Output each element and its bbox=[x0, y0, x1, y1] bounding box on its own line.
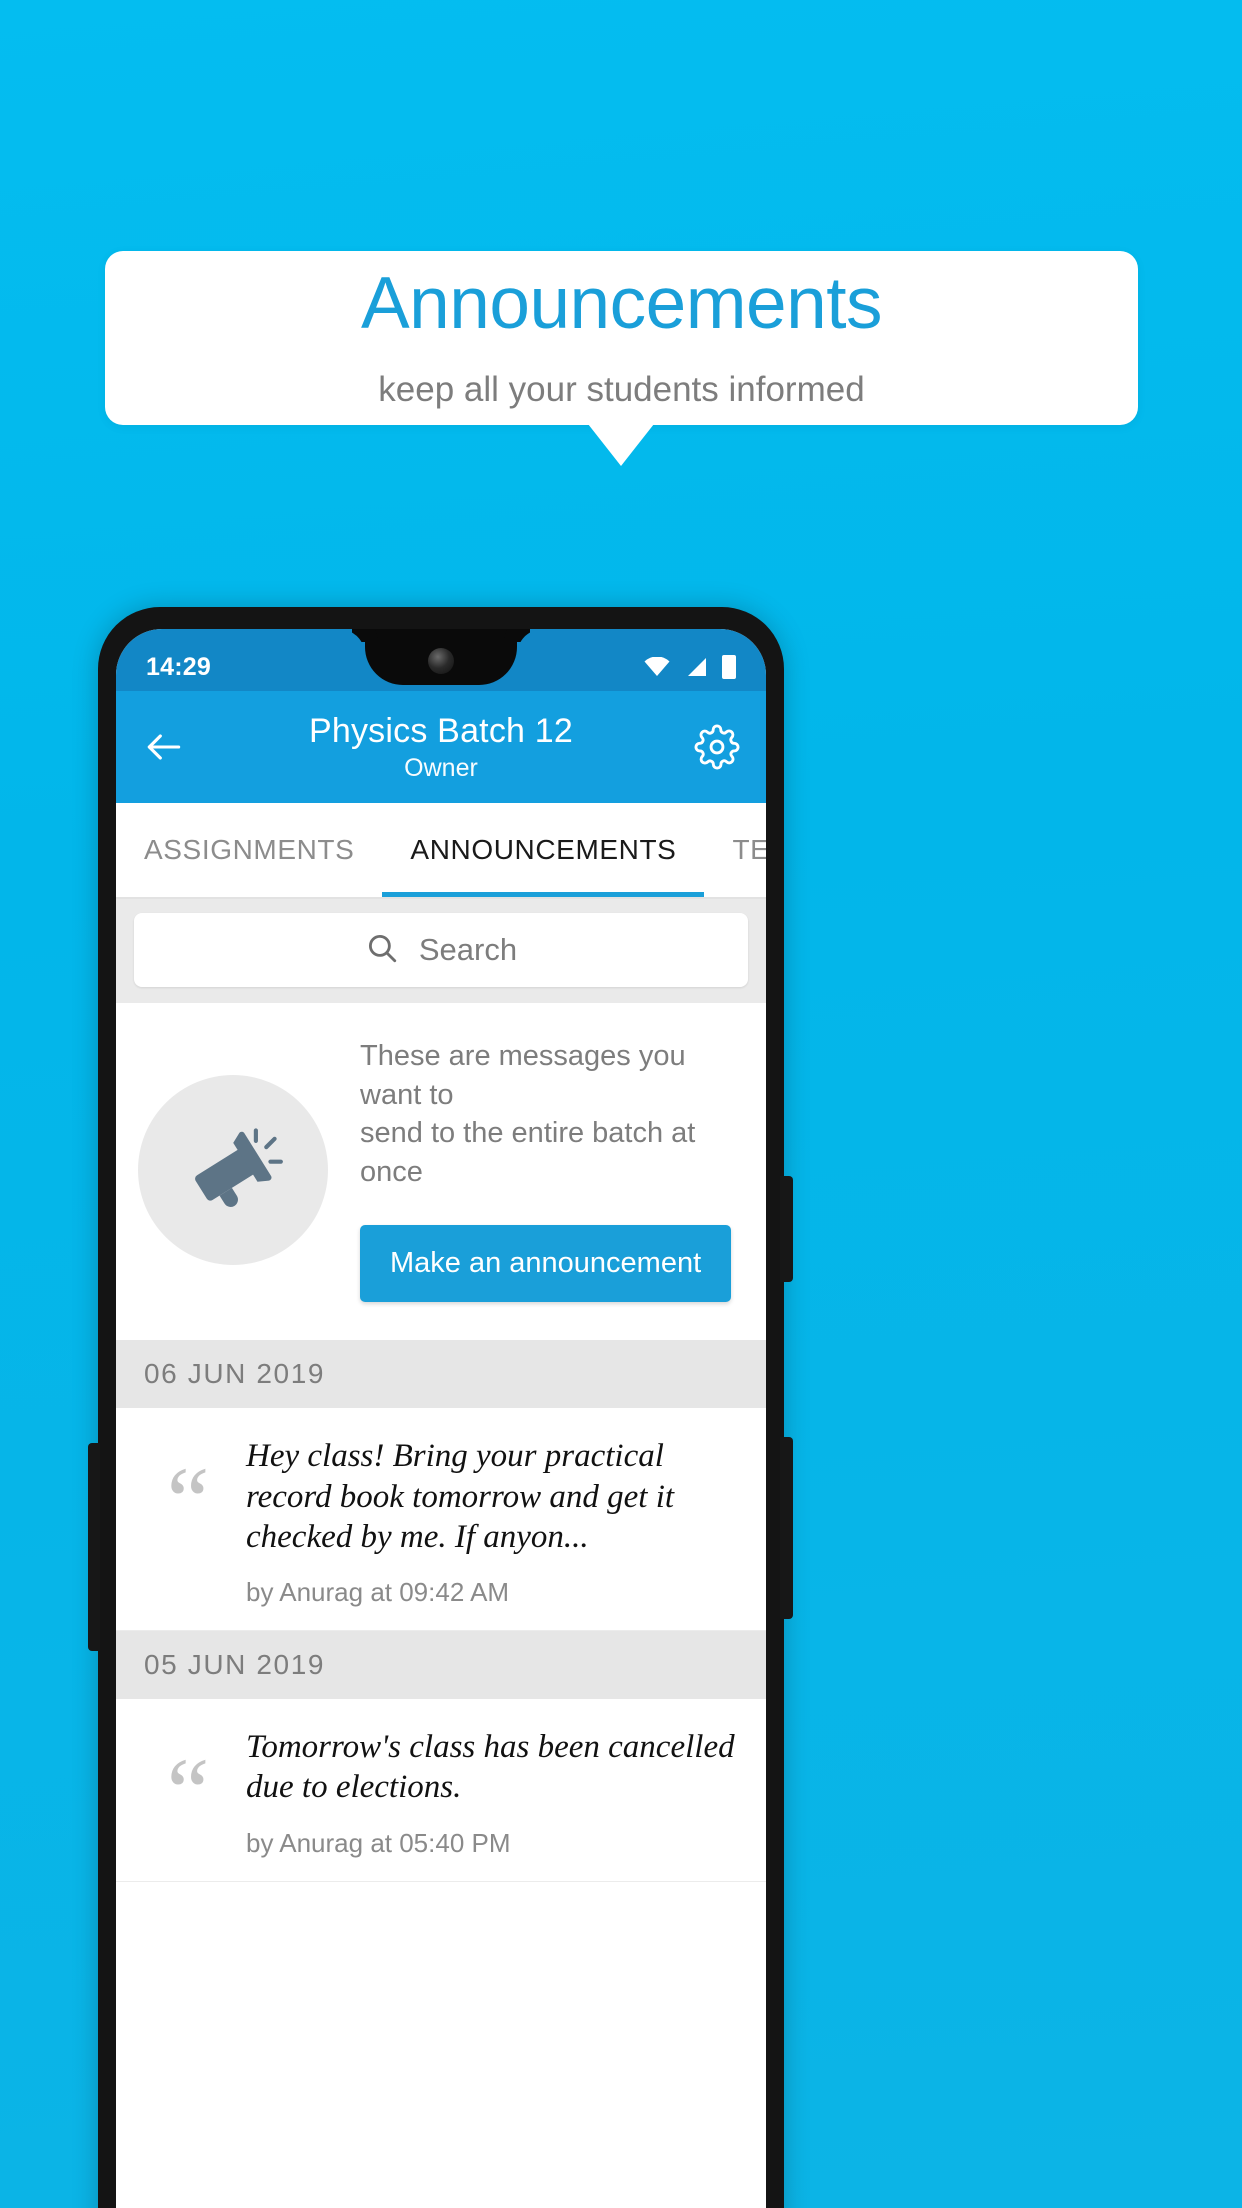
announcement-promo: These are messages you want to send to t… bbox=[116, 1003, 766, 1341]
announcement-text: Hey class! Bring your practical record b… bbox=[246, 1438, 675, 1555]
camera-notch bbox=[365, 629, 517, 685]
megaphone-icon bbox=[138, 1074, 328, 1265]
announcement-body: Hey class! Bring your practical record b… bbox=[246, 1432, 742, 1608]
promo-subtitle: keep all your students informed bbox=[378, 369, 865, 409]
phone-side-button bbox=[88, 1443, 100, 1651]
status-time: 14:29 bbox=[146, 652, 211, 681]
search-input[interactable]: Search bbox=[134, 913, 748, 987]
front-camera bbox=[428, 648, 454, 674]
promo-body: These are messages you want to send to t… bbox=[360, 1037, 736, 1303]
page-title: Physics Batch 12 bbox=[309, 711, 573, 750]
promo-description-line1: These are messages you want to bbox=[360, 1040, 686, 1111]
date-header: 06 JUN 2019 bbox=[116, 1340, 766, 1409]
date-header: 05 JUN 2019 bbox=[116, 1631, 766, 1699]
phone-screen: 14:29 Physics Batch 12 Owner ASSIGNMENTS… bbox=[116, 629, 766, 2208]
status-icons bbox=[644, 655, 736, 679]
back-arrow-icon[interactable] bbox=[142, 725, 186, 769]
phone-power-button bbox=[780, 1437, 793, 1619]
tab-announcements[interactable]: ANNOUNCEMENTS bbox=[382, 803, 705, 897]
phone-mockup: 14:29 Physics Batch 12 Owner ASSIGNMENTS… bbox=[98, 607, 784, 2208]
make-announcement-button[interactable]: Make an announcement bbox=[360, 1225, 732, 1303]
promo-card-tail bbox=[588, 424, 654, 466]
announcement-row[interactable]: “ Tomorrow's class has been cancelled du… bbox=[116, 1699, 766, 1882]
battery-icon bbox=[722, 655, 736, 679]
announcement-meta: by Anurag at 05:40 PM bbox=[246, 1827, 511, 1858]
announcement-text: Tomorrow's class has been cancelled due … bbox=[246, 1729, 735, 1806]
signal-icon bbox=[684, 657, 708, 677]
phone-bezel: 14:29 Physics Batch 12 Owner ASSIGNMENTS… bbox=[116, 629, 766, 2208]
tab-assignments[interactable]: ASSIGNMENTS bbox=[116, 803, 382, 897]
promo-description-line2: send to the entire batch at once bbox=[360, 1117, 696, 1188]
tab-bar: ASSIGNMENTS ANNOUNCEMENTS TESTS V bbox=[116, 803, 766, 899]
announcement-body: Tomorrow's class has been cancelled due … bbox=[246, 1723, 742, 1859]
announcement-row[interactable]: “ Hey class! Bring your practical record… bbox=[116, 1408, 766, 1631]
wifi-icon bbox=[644, 656, 670, 677]
gear-icon[interactable] bbox=[694, 724, 740, 770]
page-subtitle: Owner bbox=[404, 753, 478, 782]
tab-tests[interactable]: TESTS bbox=[704, 803, 766, 897]
promo-title: Announcements bbox=[360, 262, 883, 344]
status-bar: 14:29 bbox=[116, 629, 766, 691]
promo-card-content: Announcements keep all your students inf… bbox=[105, 251, 1138, 425]
quote-icon: “ bbox=[166, 1738, 210, 1845]
announcement-meta: by Anurag at 09:42 AM bbox=[246, 1577, 510, 1607]
app-bar-titles: Physics Batch 12 Owner bbox=[116, 712, 766, 783]
search-placeholder: Search bbox=[418, 932, 518, 967]
search-section: Search bbox=[116, 899, 766, 1003]
app-bar: Physics Batch 12 Owner bbox=[116, 691, 766, 803]
phone-volume-button bbox=[780, 1176, 793, 1282]
search-icon bbox=[365, 931, 399, 970]
quote-icon: “ bbox=[166, 1447, 210, 1555]
